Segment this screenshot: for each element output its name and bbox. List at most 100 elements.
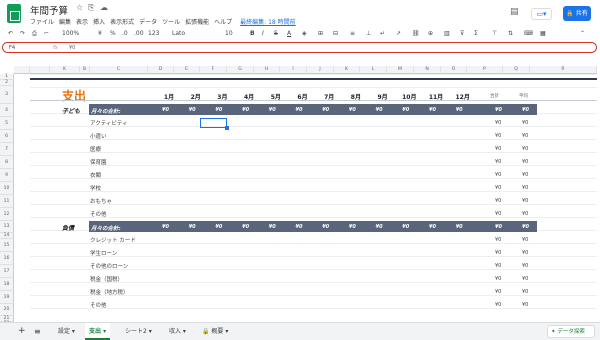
- column-header[interactable]: L: [360, 66, 387, 74]
- expense-item-label[interactable]: 税金（国税）: [90, 275, 123, 283]
- column-header[interactable]: G: [227, 66, 254, 74]
- row-header[interactable]: 18: [0, 278, 14, 291]
- row-total-value[interactable]: ¥0: [522, 289, 528, 295]
- paste-icon[interactable]: ▦: [540, 30, 546, 37]
- column-header[interactable]: [14, 66, 30, 74]
- monthly-total-value[interactable]: ¥0: [215, 107, 222, 113]
- row-total-value[interactable]: ¥0: [495, 133, 501, 139]
- explore-button[interactable]: ✦ データ探索: [547, 325, 595, 338]
- tab-summary[interactable]: 🔒 概要 ▾: [198, 323, 232, 340]
- row-total-value[interactable]: ¥0: [522, 250, 528, 256]
- comments-icon[interactable]: ▤: [510, 7, 519, 17]
- column-header[interactable]: K: [50, 66, 80, 74]
- sort-icon[interactable]: ⇅: [508, 30, 513, 37]
- print-icon[interactable]: ⎙: [32, 30, 37, 38]
- row-total-value[interactable]: ¥0: [495, 289, 501, 295]
- row-total-value[interactable]: ¥0: [522, 185, 528, 191]
- row-total-value[interactable]: ¥0: [495, 211, 501, 217]
- expense-item-label[interactable]: その他のローン: [90, 262, 128, 270]
- menu-extensions[interactable]: 拡張機能: [185, 19, 209, 26]
- monthly-total-row[interactable]: [89, 221, 537, 232]
- insert-chart-icon[interactable]: ▥: [444, 30, 450, 37]
- meet-button[interactable]: ▭▾: [531, 8, 552, 20]
- monthly-total-value[interactable]: ¥0: [322, 107, 329, 113]
- row-total-value[interactable]: ¥0: [495, 172, 501, 178]
- monthly-total-value[interactable]: ¥0: [189, 224, 196, 230]
- menu-file[interactable]: ファイル: [30, 19, 54, 26]
- row-total-value[interactable]: ¥0: [522, 120, 528, 126]
- row-total-value[interactable]: ¥0: [495, 146, 501, 152]
- row-total-value[interactable]: ¥0: [522, 237, 528, 243]
- move-folder-icon[interactable]: ⎘: [88, 3, 94, 13]
- font-family-select[interactable]: Lato: [172, 30, 185, 37]
- text-color-button[interactable]: A: [287, 30, 291, 37]
- monthly-total-value[interactable]: ¥0: [456, 107, 463, 113]
- strikethrough-button[interactable]: S: [274, 30, 278, 37]
- monthly-total-value[interactable]: ¥0: [376, 224, 383, 230]
- formula-input[interactable]: ¥0: [69, 45, 75, 51]
- column-header[interactable]: K: [334, 66, 360, 74]
- column-header[interactable]: P: [467, 66, 503, 74]
- row-header[interactable]: 4: [0, 104, 14, 117]
- last-edit-link[interactable]: 最終編集: 18 時間前: [240, 19, 295, 26]
- row-header[interactable]: 16: [0, 252, 14, 265]
- vertical-align-icon[interactable]: ⊥: [366, 30, 371, 37]
- row-total-value[interactable]: ¥0: [522, 263, 528, 269]
- menu-tools[interactable]: ツール: [162, 19, 180, 26]
- monthly-total-value[interactable]: ¥0: [456, 224, 463, 230]
- increase-decimals-button[interactable]: .00: [134, 30, 144, 37]
- column-header[interactable]: R: [530, 66, 597, 74]
- italic-button[interactable]: I: [262, 30, 264, 37]
- monthly-total-row[interactable]: [89, 104, 537, 115]
- row-total-value[interactable]: ¥0: [495, 237, 501, 243]
- column-header[interactable]: H: [254, 66, 280, 74]
- row-total-value[interactable]: ¥0: [522, 172, 528, 178]
- row-header[interactable]: 6: [0, 130, 14, 143]
- row-header[interactable]: 12: [0, 208, 14, 221]
- column-header[interactable]: I: [280, 66, 307, 74]
- fill-color-icon[interactable]: ◈: [302, 30, 307, 37]
- row-total-value[interactable]: ¥0: [495, 120, 501, 126]
- row-header[interactable]: 20: [0, 304, 14, 316]
- monthly-total-value[interactable]: ¥0: [402, 224, 409, 230]
- column-header[interactable]: N: [414, 66, 441, 74]
- expense-item-label[interactable]: 税金（地方税）: [90, 288, 129, 296]
- monthly-total-value[interactable]: ¥0: [215, 224, 222, 230]
- row-header[interactable]: 17: [0, 265, 14, 278]
- row-total-value[interactable]: ¥0: [495, 302, 501, 308]
- bold-button[interactable]: B: [250, 30, 255, 37]
- monthly-total-value[interactable]: ¥0: [376, 107, 383, 113]
- monthly-total-value[interactable]: ¥0: [162, 224, 169, 230]
- row-header[interactable]: 10: [0, 182, 14, 195]
- column-header[interactable]: F: [200, 66, 227, 74]
- insert-comment-icon[interactable]: ⊕: [428, 30, 433, 37]
- monthly-total-value[interactable]: ¥0: [429, 107, 436, 113]
- star-icon[interactable]: ☆: [76, 3, 83, 12]
- expense-item-label[interactable]: アクティビティ: [90, 119, 128, 127]
- expense-item-label[interactable]: おもちゃ: [90, 197, 112, 205]
- row-header[interactable]: 15: [0, 239, 14, 252]
- row-header[interactable]: 5: [0, 117, 14, 130]
- zoom-select[interactable]: 100%: [62, 30, 79, 37]
- monthly-total-value[interactable]: ¥0: [269, 107, 276, 113]
- monthly-total-value[interactable]: ¥0: [349, 224, 356, 230]
- row-total-value[interactable]: ¥0: [522, 276, 528, 282]
- sheets-logo-icon[interactable]: [7, 4, 21, 23]
- insert-link-icon[interactable]: ⛓: [412, 30, 420, 37]
- row-header[interactable]: 11: [0, 195, 14, 208]
- monthly-total-value[interactable]: ¥0: [522, 107, 529, 113]
- column-header[interactable]: D: [148, 66, 174, 74]
- monthly-total-value[interactable]: ¥0: [402, 107, 409, 113]
- expense-item-label[interactable]: 衣類: [90, 171, 101, 179]
- menu-edit[interactable]: 編集: [59, 19, 71, 26]
- row-total-value[interactable]: ¥0: [522, 302, 528, 308]
- monthly-total-value[interactable]: ¥0: [296, 107, 303, 113]
- expense-item-label[interactable]: 学生ローン: [90, 249, 117, 257]
- expense-item-label[interactable]: クレジット カード: [90, 236, 136, 244]
- currency-format-button[interactable]: ¥: [98, 30, 102, 37]
- add-sheet-button[interactable]: +: [14, 323, 30, 340]
- decrease-decimals-button[interactable]: .0: [122, 30, 128, 37]
- column-header[interactable]: B: [80, 66, 90, 74]
- column-header[interactable]: M: [387, 66, 414, 74]
- font-size-input[interactable]: 10: [225, 30, 233, 37]
